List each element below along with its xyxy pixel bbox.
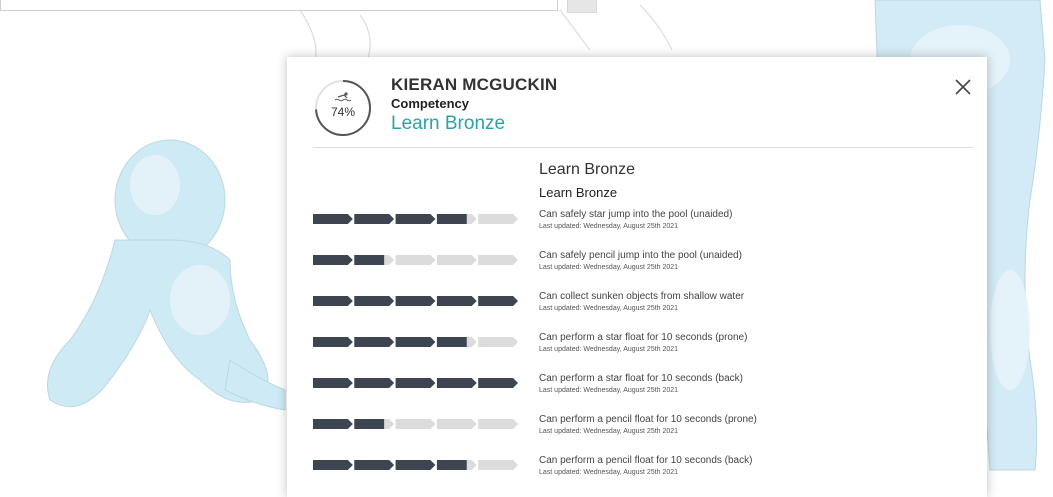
progress-segment-filled <box>395 337 436 347</box>
skill-list: Can safely star jump into the pool (unai… <box>287 57 987 497</box>
progress-segment-empty <box>478 255 518 265</box>
skill-row: Can safely pencil jump into the pool (un… <box>313 250 933 280</box>
skill-description: Can perform a pencil float for 10 second… <box>539 455 753 466</box>
progress-segment-filled <box>395 378 436 388</box>
progress-segment-empty <box>478 337 518 347</box>
skill-progress-bar <box>313 419 518 429</box>
skill-progress-bar <box>313 296 518 306</box>
progress-segment-filled <box>313 460 353 470</box>
skill-description: Can safely star jump into the pool (unai… <box>539 209 733 220</box>
progress-segment-empty <box>436 419 477 429</box>
progress-segment-filled <box>395 296 436 306</box>
progress-segment-filled <box>313 214 353 224</box>
competency-modal: 74% KIERAN MCGUCKIN Competency Learn Bro… <box>287 57 987 497</box>
progress-segment-filled <box>395 460 436 470</box>
skill-progress-bar <box>313 378 518 388</box>
skill-row: Can perform a pencil float for 10 second… <box>313 455 933 485</box>
progress-segment-filled <box>436 337 467 347</box>
progress-segment-empty <box>478 460 518 470</box>
skill-last-updated: Last updated: Wednesday, August 25th 202… <box>539 223 679 230</box>
progress-segment-filled <box>354 337 395 347</box>
progress-segment-filled <box>313 419 353 429</box>
progress-segment-empty <box>478 419 518 429</box>
progress-segment-empty <box>395 255 436 265</box>
skill-last-updated: Last updated: Wednesday, August 25th 202… <box>539 264 679 271</box>
progress-segment-filled <box>478 296 518 306</box>
progress-segment-filled <box>436 460 467 470</box>
progress-segment-filled <box>354 460 395 470</box>
progress-segment-filled <box>354 214 395 224</box>
progress-segment-filled <box>436 214 467 224</box>
progress-segment-filled <box>354 296 395 306</box>
search-button-edge[interactable] <box>567 0 597 13</box>
skill-row: Can safely star jump into the pool (unai… <box>313 209 933 239</box>
progress-segment-filled <box>354 255 385 265</box>
progress-segment-empty <box>478 214 518 224</box>
skill-last-updated: Last updated: Wednesday, August 25th 202… <box>539 346 679 353</box>
skill-row: Can perform a star float for 10 seconds … <box>313 373 933 403</box>
skill-description: Can perform a pencil float for 10 second… <box>539 414 757 425</box>
progress-segment-filled <box>313 337 353 347</box>
skill-description: Can perform a star float for 10 seconds … <box>539 373 743 384</box>
skill-description: Can safely pencil jump into the pool (un… <box>539 250 742 261</box>
progress-segment-filled <box>354 419 385 429</box>
skill-progress-bar <box>313 255 518 265</box>
progress-segment-filled <box>354 378 395 388</box>
progress-segment-filled <box>395 214 436 224</box>
skill-row: Can collect sunken objects from shallow … <box>313 291 933 321</box>
search-input-edge[interactable] <box>0 0 558 11</box>
skill-last-updated: Last updated: Wednesday, August 25th 202… <box>539 469 679 476</box>
skill-progress-bar <box>313 214 518 224</box>
skill-progress-bar <box>313 337 518 347</box>
skill-progress-bar <box>313 460 518 470</box>
progress-segment-filled <box>478 378 518 388</box>
skill-description: Can collect sunken objects from shallow … <box>539 291 745 302</box>
progress-segment-empty <box>436 255 477 265</box>
skill-description: Can perform a star float for 10 seconds … <box>539 332 748 343</box>
progress-segment-filled <box>436 296 477 306</box>
progress-segment-filled <box>313 378 353 388</box>
skill-last-updated: Last updated: Wednesday, August 25th 202… <box>539 428 679 435</box>
skill-row: Can perform a star float for 10 seconds … <box>313 332 933 362</box>
skill-last-updated: Last updated: Wednesday, August 25th 202… <box>539 387 679 394</box>
progress-segment-empty <box>395 419 436 429</box>
progress-segment-filled <box>436 378 477 388</box>
progress-segment-filled <box>313 296 353 306</box>
skill-row: Can perform a pencil float for 10 second… <box>313 414 933 444</box>
skill-last-updated: Last updated: Wednesday, August 25th 202… <box>539 305 679 312</box>
progress-segment-filled <box>313 255 353 265</box>
